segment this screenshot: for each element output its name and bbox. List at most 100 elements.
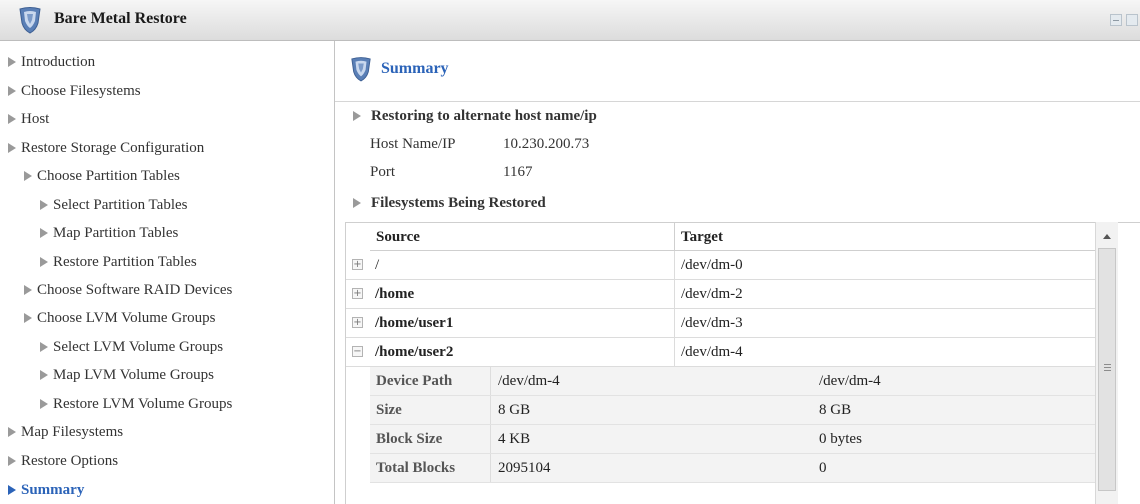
source-cell: /home xyxy=(370,280,675,308)
nav-item-label: Select Partition Tables xyxy=(53,197,188,213)
detail-target-value: 8 GB xyxy=(819,402,852,418)
nav-item-map-partition-tables[interactable]: Map Partition Tables xyxy=(40,221,178,245)
nav-item-label: Map Partition Tables xyxy=(53,225,179,241)
target-cell: /dev/dm-3 xyxy=(681,315,743,331)
detail-target-value: 0 xyxy=(819,460,827,476)
table-row[interactable]: + /home /dev/dm-2 xyxy=(346,280,1104,309)
host-name-value: 10.230.200.73 xyxy=(503,136,590,152)
column-header-target[interactable]: Target xyxy=(675,223,1104,251)
nav-item-map-lvm-volume-groups[interactable]: Map LVM Volume Groups xyxy=(40,363,214,387)
summary-panel: Summary Restoring to alternate host name… xyxy=(335,41,1140,504)
table-scrollbar[interactable] xyxy=(1095,222,1118,504)
detail-source-value: 2095104 xyxy=(498,460,551,476)
wizard-navigation: Introduction Choose Filesystems Host Res… xyxy=(0,41,335,504)
nav-item-label: Host xyxy=(21,111,50,127)
filesystems-table: Source Target + / /dev/dm-0 + /home /dev… xyxy=(345,222,1140,504)
triangle-right-icon xyxy=(40,399,48,409)
triangle-right-icon xyxy=(8,143,16,153)
filesystems-section-heading[interactable]: Filesystems Being Restored xyxy=(353,192,546,214)
nav-item-choose-lvm-volume-groups[interactable]: Choose LVM Volume Groups xyxy=(24,306,216,330)
triangle-right-icon xyxy=(40,342,48,352)
bare-metal-restore-window: Bare Metal Restore Introduction Choose F… xyxy=(0,0,1140,504)
detail-label: Size xyxy=(376,402,402,418)
scroll-thumb[interactable] xyxy=(1098,248,1116,491)
shield-icon xyxy=(351,57,371,82)
detail-row-size: Size 8 GB 8 GB xyxy=(370,396,1104,425)
target-cell: /dev/dm-4 xyxy=(681,344,743,360)
port-label: Port xyxy=(370,164,396,180)
detail-label: Device Path xyxy=(376,373,453,389)
nav-item-label: Summary xyxy=(21,482,85,498)
nav-item-restore-lvm-volume-groups[interactable]: Restore LVM Volume Groups xyxy=(40,392,232,416)
detail-row-total-blocks: Total Blocks 2095104 0 xyxy=(370,454,1104,483)
nav-item-map-filesystems[interactable]: Map Filesystems xyxy=(8,420,123,444)
minimize-icon[interactable] xyxy=(1110,14,1122,26)
collapse-icon[interactable]: − xyxy=(352,346,363,357)
nav-item-label: Map Filesystems xyxy=(21,424,124,440)
nav-item-label: Map LVM Volume Groups xyxy=(53,367,214,383)
detail-row-block-size: Block Size 4 KB 0 bytes xyxy=(370,425,1104,454)
table-row[interactable]: − /home/user2 /dev/dm-4 xyxy=(346,338,1104,367)
nav-item-label: Restore Options xyxy=(21,453,119,469)
nav-item-choose-software-raid-devices[interactable]: Choose Software RAID Devices xyxy=(24,278,232,302)
triangle-right-icon xyxy=(24,171,32,181)
detail-target-value: 0 bytes xyxy=(819,431,862,447)
nav-item-label: Select LVM Volume Groups xyxy=(53,339,224,355)
nav-item-restore-options[interactable]: Restore Options xyxy=(8,449,118,473)
scroll-up-icon[interactable] xyxy=(1103,234,1111,239)
triangle-right-icon xyxy=(24,313,32,323)
close-icon[interactable] xyxy=(1126,14,1138,26)
detail-source-value: 4 KB xyxy=(498,431,531,447)
expand-icon[interactable]: + xyxy=(352,317,363,328)
triangle-right-icon xyxy=(8,427,16,437)
table-row[interactable]: + / /dev/dm-0 xyxy=(346,251,1104,280)
summary-header: Summary xyxy=(335,41,1140,102)
target-cell: /dev/dm-0 xyxy=(681,257,743,273)
detail-source-value: /dev/dm-4 xyxy=(498,373,560,389)
triangle-right-icon xyxy=(353,198,361,208)
title-bar: Bare Metal Restore xyxy=(0,0,1140,41)
nav-item-restore-partition-tables[interactable]: Restore Partition Tables xyxy=(40,250,197,274)
nav-item-summary[interactable]: Summary xyxy=(8,478,84,502)
source-cell: / xyxy=(370,251,675,279)
section-title: Restoring to alternate host name/ip xyxy=(371,108,597,124)
nav-item-choose-filesystems[interactable]: Choose Filesystems xyxy=(8,79,141,103)
triangle-right-icon xyxy=(353,111,361,121)
nav-item-restore-storage-configuration[interactable]: Restore Storage Configuration xyxy=(8,136,204,160)
host-name-label: Host Name/IP xyxy=(370,136,456,152)
triangle-right-icon xyxy=(8,57,16,67)
nav-item-label: Introduction xyxy=(21,54,96,70)
detail-target-value: /dev/dm-4 xyxy=(819,373,881,389)
detail-row-device-path: Device Path /dev/dm-4 /dev/dm-4 xyxy=(370,367,1104,396)
nav-item-select-partition-tables[interactable]: Select Partition Tables xyxy=(40,193,187,217)
nav-item-select-lvm-volume-groups[interactable]: Select LVM Volume Groups xyxy=(40,335,223,359)
table-row[interactable]: + /home/user1 /dev/dm-3 xyxy=(346,309,1104,338)
expand-icon[interactable]: + xyxy=(352,259,363,270)
detail-label: Total Blocks xyxy=(376,460,456,476)
column-header-source[interactable]: Source xyxy=(370,223,675,251)
source-cell: /home/user1 xyxy=(370,309,675,337)
triangle-right-icon xyxy=(40,257,48,267)
nav-item-label: Choose Filesystems xyxy=(21,83,141,99)
triangle-right-icon xyxy=(40,228,48,238)
expand-icon[interactable]: + xyxy=(352,288,363,299)
nav-item-host[interactable]: Host xyxy=(8,107,49,131)
detail-label: Block Size xyxy=(376,431,443,447)
nav-item-label: Choose Software RAID Devices xyxy=(37,282,233,298)
target-cell: /dev/dm-2 xyxy=(681,286,743,302)
host-section-heading[interactable]: Restoring to alternate host name/ip xyxy=(353,105,597,127)
nav-item-choose-partition-tables[interactable]: Choose Partition Tables xyxy=(24,164,180,188)
triangle-right-icon xyxy=(8,114,16,124)
triangle-right-icon xyxy=(8,485,16,495)
shield-icon xyxy=(19,7,41,34)
nav-item-label: Restore LVM Volume Groups xyxy=(53,396,233,412)
triangle-right-icon xyxy=(40,370,48,380)
triangle-right-icon xyxy=(8,86,16,96)
section-title: Filesystems Being Restored xyxy=(371,195,546,211)
triangle-right-icon xyxy=(24,285,32,295)
nav-item-label: Choose Partition Tables xyxy=(37,168,180,184)
source-cell: /home/user2 xyxy=(370,338,675,366)
nav-item-label: Choose LVM Volume Groups xyxy=(37,310,216,326)
nav-item-introduction[interactable]: Introduction xyxy=(8,50,95,74)
page-title: Summary xyxy=(381,60,449,77)
